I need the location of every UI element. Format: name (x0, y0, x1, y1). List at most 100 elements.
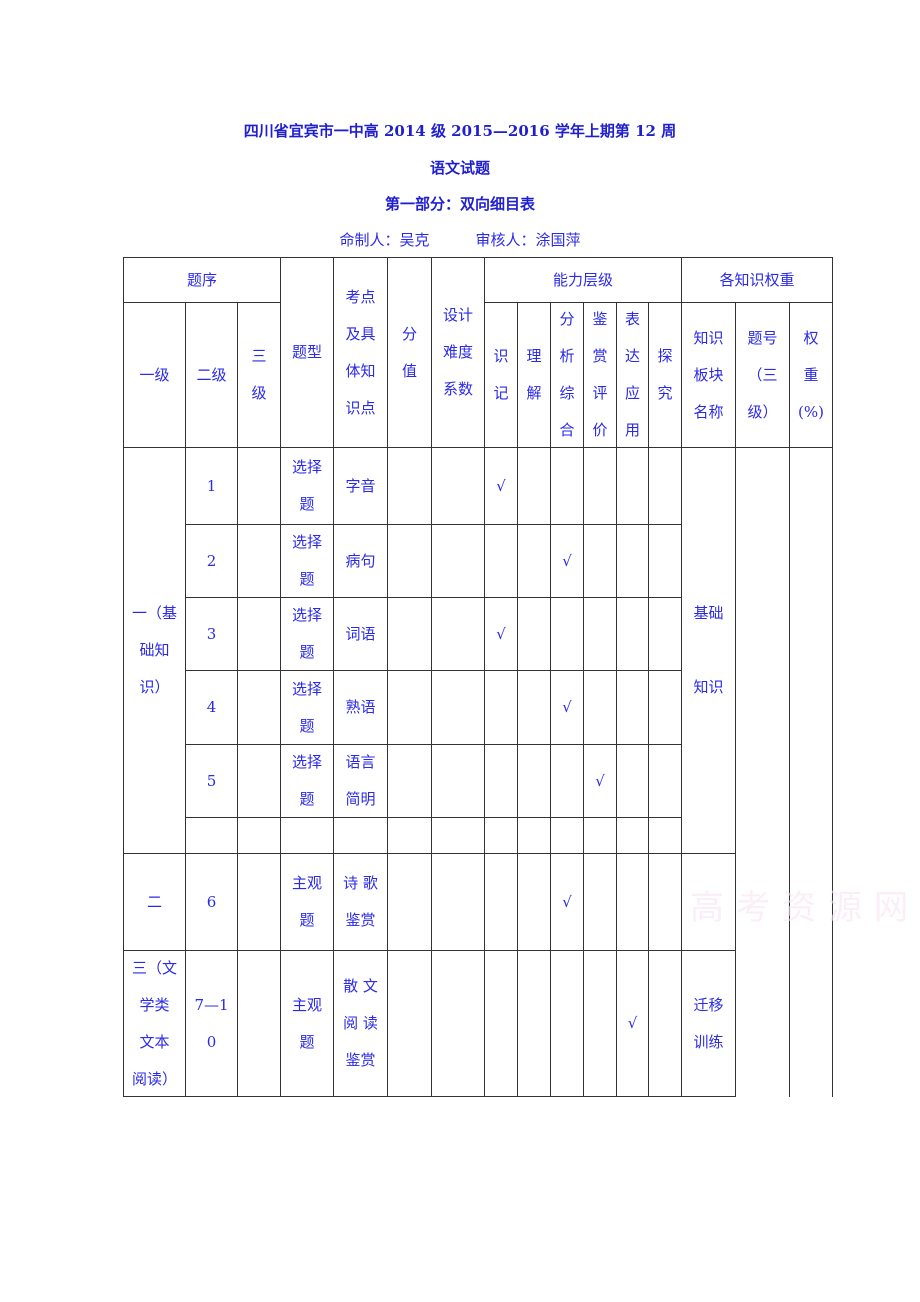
cell-ability (550, 744, 584, 818)
cell-block-name: 基础 知识 (681, 447, 736, 854)
cell-question-type: 选择 题 (280, 597, 334, 671)
cell-ability (550, 597, 584, 671)
cell-knowledge-point-text: 语言 简明 (345, 753, 376, 808)
cell-level3 (237, 950, 281, 1097)
cell-level1-group-text: 三（文 学类 文本 阅读） (131, 958, 177, 1088)
cell-level1-group-text: 二 (146, 892, 162, 911)
cell-ability (583, 597, 617, 671)
header-ability-level-text: 能力层级 (552, 270, 613, 289)
cell-level3 (237, 670, 281, 745)
check-mark-cell-text: √ (496, 476, 506, 495)
cell-knowledge-point-text: 词语 (345, 624, 376, 643)
cell-ability (517, 524, 551, 598)
cell-level2: 6 (185, 853, 238, 951)
cell-question-type-text: 主观 题 (291, 874, 322, 929)
cell-knowledge-point: 散 文 阅 读 鉴赏 (333, 950, 388, 1097)
cell-knowledge-point: 熟语 (333, 670, 388, 745)
header-ability-col: 鉴 赏 评 价 (583, 302, 617, 448)
cell-question-type: 选择 题 (280, 670, 334, 745)
cell-ability (484, 524, 518, 598)
cell-question-type-text: 选择 题 (291, 679, 322, 735)
cell-knowledge-point-text: 字音 (345, 476, 376, 495)
cell-ability (517, 853, 551, 951)
cell-score (387, 817, 432, 854)
cell-score (387, 853, 432, 951)
header-ability-level: 能力层级 (484, 257, 682, 303)
cell-level2: 3 (185, 597, 238, 671)
cell-ability (550, 447, 584, 525)
cell-question-type: 主观 题 (280, 950, 334, 1097)
cell-ability (648, 744, 682, 818)
cell-knowledge-point: 词语 (333, 597, 388, 671)
header-block-name-text: 知识 板块 名称 (693, 328, 724, 421)
cell-question-type-text: 选择 题 (291, 458, 322, 513)
cell-ability (648, 817, 682, 854)
header-question-type-text: 题型 (291, 343, 322, 361)
header-weight-text: 权 重 (%) (798, 328, 824, 421)
header-ability-col: 识 记 (484, 302, 518, 448)
header-ability-col: 探 究 (648, 302, 682, 448)
cell-level2: 2 (185, 524, 238, 598)
check-mark-cell-text: √ (496, 624, 506, 643)
header-ability-col: 理 解 (517, 302, 551, 448)
cell-ability (484, 950, 518, 1097)
header-score: 分 值 (387, 257, 432, 448)
cell-question-type-text: 选择 题 (291, 533, 322, 588)
header-question-no-text: 题号 （三 级） (747, 328, 778, 421)
cell-level2-text: 2 (206, 551, 217, 570)
cell-score (387, 670, 432, 745)
cell-question-type-text: 主观 题 (291, 995, 322, 1051)
cell-knowledge-point-text: 熟语 (345, 698, 376, 716)
check-mark-cell-text: √ (627, 1014, 638, 1032)
cell-ability (648, 670, 682, 745)
cell-score (387, 447, 432, 525)
check-mark-cell: √ (616, 950, 649, 1097)
header-difficulty-text: 设计 难度 系数 (442, 306, 473, 398)
cell-question-type: 主观 题 (280, 853, 334, 951)
cell-ability (648, 853, 682, 951)
cell-ability (484, 670, 518, 745)
cell-level3 (237, 447, 281, 525)
header-knowledge-point: 考点 及具 体知 识点 (333, 257, 388, 448)
header-level3-text: 三 级 (251, 347, 267, 402)
cell-level2: 1 (185, 447, 238, 525)
cell-question-type: 选择 题 (280, 447, 334, 525)
header-ability-col-text: 理 解 (526, 347, 542, 402)
header-knowledge-weight-text: 各知识权重 (719, 270, 795, 289)
header-difficulty: 设计 难度 系数 (431, 257, 485, 448)
header-ability-col-text: 鉴 赏 评 价 (592, 310, 608, 439)
cell-weight (789, 447, 833, 1097)
header-question-no: 题号 （三 级） (735, 302, 790, 448)
cell-ability (648, 950, 682, 1097)
cell-block-name-text: 基础 知识 (693, 604, 724, 696)
cell-question-type: 选择 题 (280, 524, 334, 598)
header-knowledge-weight: 各知识权重 (681, 257, 833, 303)
cell-level3 (237, 744, 281, 818)
cell-difficulty (431, 744, 485, 818)
cell-question-type: 选择 题 (280, 744, 334, 818)
check-mark-cell: √ (484, 447, 518, 525)
header-question-order: 题序 (123, 257, 281, 303)
header-level2-text: 二级 (196, 365, 227, 384)
check-mark-cell-text: √ (595, 771, 605, 790)
cell-score (387, 744, 432, 818)
cell-difficulty (431, 950, 485, 1097)
check-mark-cell: √ (550, 524, 584, 598)
watermark: 高考资源网 (690, 888, 920, 928)
header-ability-col: 分 析 综 合 (550, 302, 584, 448)
cell-question-type-text: 选择 题 (291, 753, 322, 808)
cell-block-name: 迁移 训练 (681, 950, 736, 1097)
header-level3: 三 级 (237, 302, 281, 448)
check-mark-cell: √ (583, 744, 617, 818)
cell-level3 (237, 524, 281, 598)
cell-level2: 5 (185, 744, 238, 818)
cell-level1-group: 一（基 础知 识） (123, 447, 186, 854)
cell-ability (517, 744, 551, 818)
cell-ability (484, 817, 518, 854)
cell-score (387, 524, 432, 598)
check-mark-cell-text: √ (562, 551, 572, 570)
cell-ability (517, 817, 551, 854)
header-level1-text: 一级 (139, 365, 170, 384)
cell-ability (550, 817, 584, 854)
cell-level2-text: 6 (206, 892, 217, 911)
